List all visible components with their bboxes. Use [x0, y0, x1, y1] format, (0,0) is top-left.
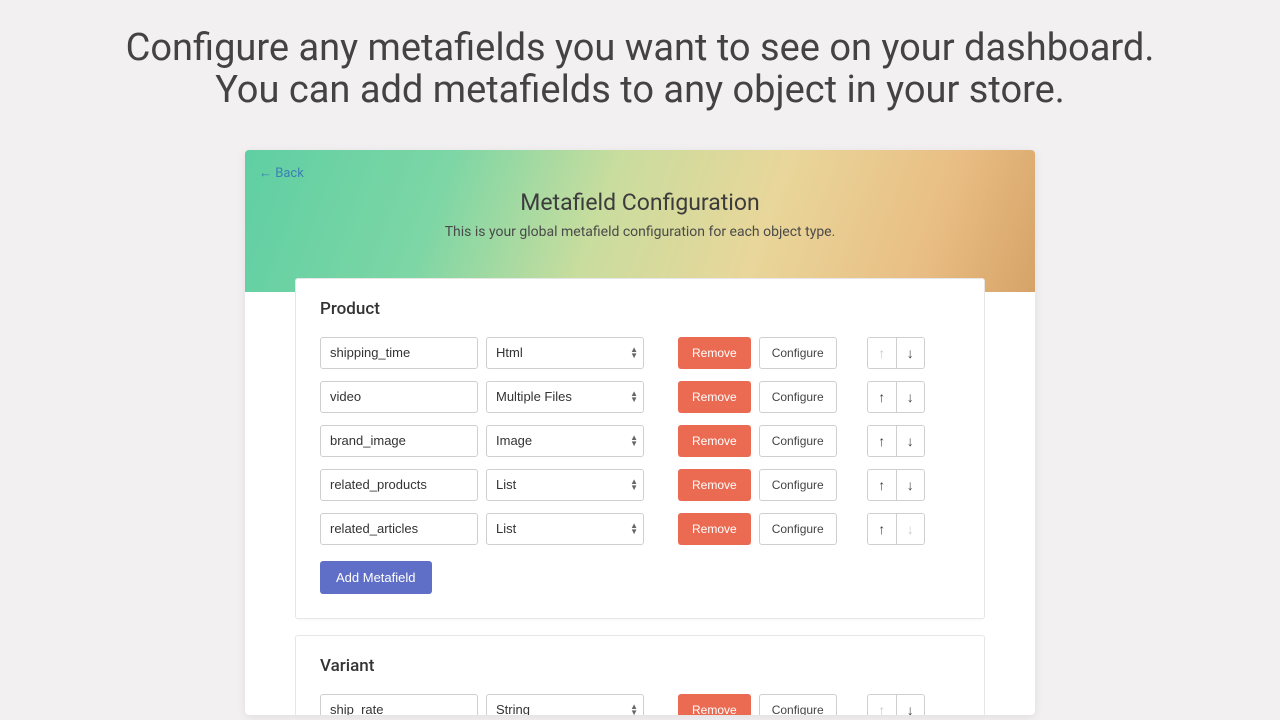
section-card: ProductHtml▲▼RemoveConfigure↑↓Multiple F…: [295, 278, 985, 619]
metafield-type-value[interactable]: Multiple Files: [486, 381, 644, 413]
content-area: ProductHtml▲▼RemoveConfigure↑↓Multiple F…: [295, 278, 985, 715]
metafield-type-select[interactable]: Multiple Files▲▼: [486, 381, 644, 413]
section-card: Variant String▲▼ Remove Configure ↑↓: [295, 635, 985, 715]
remove-button[interactable]: Remove: [678, 425, 751, 457]
move-down-button[interactable]: ↓: [896, 695, 924, 715]
sort-group: ↑↓: [867, 381, 925, 413]
configure-button[interactable]: Configure: [759, 469, 837, 501]
metafield-type-select[interactable]: List▲▼: [486, 513, 644, 545]
metafield-type-value[interactable]: Html: [486, 337, 644, 369]
metafield-row: List▲▼ RemoveConfigure ↑↓: [320, 469, 960, 501]
metafield-name-input[interactable]: [320, 425, 478, 457]
metafield-row: Multiple Files▲▼ RemoveConfigure ↑↓: [320, 381, 960, 413]
configure-button[interactable]: Configure: [759, 381, 837, 413]
app-header: ← Back Metafield Configuration This is y…: [245, 150, 1035, 292]
move-up-button: ↑: [868, 338, 896, 368]
move-up-button[interactable]: ↑: [868, 514, 896, 544]
back-link[interactable]: ← Back: [259, 165, 304, 181]
metafield-type-value[interactable]: String: [486, 694, 644, 715]
remove-button[interactable]: Remove: [678, 694, 751, 715]
remove-button[interactable]: Remove: [678, 337, 751, 369]
sort-group: ↑↓: [867, 513, 925, 545]
marketing-line-2: You can add metafields to any object in …: [40, 70, 1240, 112]
configure-button[interactable]: Configure: [759, 694, 837, 715]
metafield-name-input[interactable]: [320, 513, 478, 545]
configure-button[interactable]: Configure: [759, 425, 837, 457]
sort-group: ↑↓: [867, 694, 925, 715]
marketing-line-1: Configure any metafields you want to see…: [40, 28, 1240, 70]
remove-button[interactable]: Remove: [678, 381, 751, 413]
move-up-button[interactable]: ↑: [868, 382, 896, 412]
metafield-type-value[interactable]: List: [486, 469, 644, 501]
metafield-row: String▲▼ Remove Configure ↑↓: [320, 694, 960, 715]
move-up-button[interactable]: ↑: [868, 470, 896, 500]
marketing-header: Configure any metafields you want to see…: [0, 0, 1280, 122]
remove-button[interactable]: Remove: [678, 513, 751, 545]
page-title: Metafield Configuration: [259, 189, 1021, 216]
section-title: Product: [320, 299, 960, 319]
metafield-row: Image▲▼ RemoveConfigure ↑↓: [320, 425, 960, 457]
sort-group: ↑↓: [867, 425, 925, 457]
move-down-button: ↓: [896, 514, 924, 544]
move-down-button[interactable]: ↓: [896, 470, 924, 500]
metafield-type-select[interactable]: String▲▼: [486, 694, 644, 715]
metafield-type-select[interactable]: List▲▼: [486, 469, 644, 501]
configure-button[interactable]: Configure: [759, 513, 837, 545]
metafield-type-value[interactable]: Image: [486, 425, 644, 457]
move-down-button[interactable]: ↓: [896, 426, 924, 456]
remove-button[interactable]: Remove: [678, 469, 751, 501]
metafield-type-select[interactable]: Image▲▼: [486, 425, 644, 457]
metafield-type-value[interactable]: List: [486, 513, 644, 545]
metafield-row: Html▲▼ RemoveConfigure ↑↓: [320, 337, 960, 369]
sort-group: ↑↓: [867, 469, 925, 501]
metafield-name-input[interactable]: [320, 337, 478, 369]
move-down-button[interactable]: ↓: [896, 338, 924, 368]
metafield-name-input[interactable]: [320, 469, 478, 501]
section-title: Variant: [320, 656, 960, 676]
metafield-name-input[interactable]: [320, 381, 478, 413]
metafield-type-select[interactable]: Html▲▼: [486, 337, 644, 369]
configure-button[interactable]: Configure: [759, 337, 837, 369]
app-window: ← Back Metafield Configuration This is y…: [245, 150, 1035, 715]
move-up-button[interactable]: ↑: [868, 426, 896, 456]
move-down-button[interactable]: ↓: [896, 382, 924, 412]
sort-group: ↑↓: [867, 337, 925, 369]
metafield-row: List▲▼ RemoveConfigure ↑↓: [320, 513, 960, 545]
move-up-button: ↑: [868, 695, 896, 715]
page-subtitle: This is your global metafield configurat…: [259, 224, 1021, 240]
metafield-name-input[interactable]: [320, 694, 478, 715]
add-metafield-button[interactable]: Add Metafield: [320, 561, 432, 594]
